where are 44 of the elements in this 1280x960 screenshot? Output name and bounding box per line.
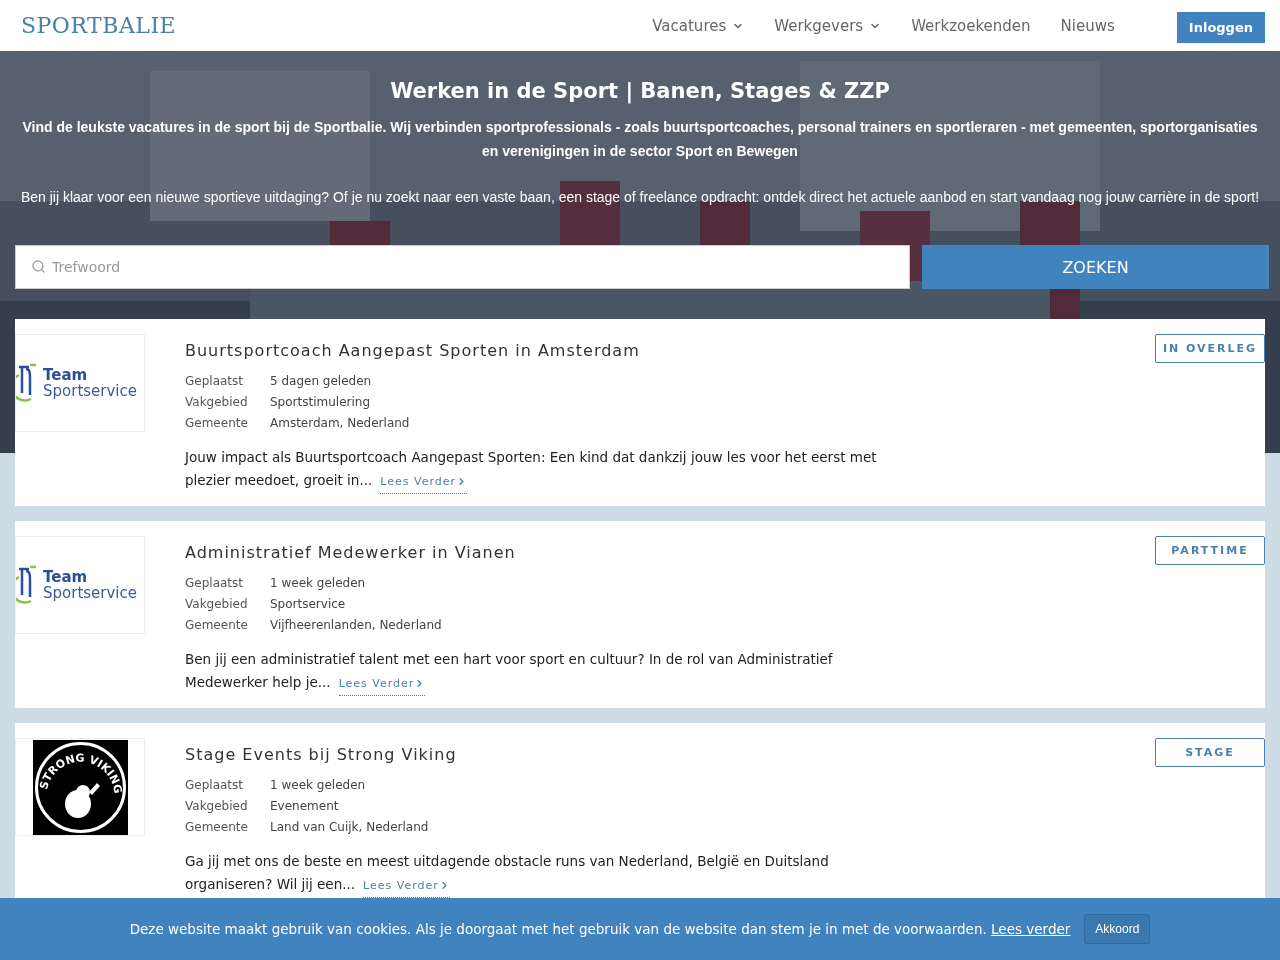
detail-value: Sportservice: [270, 596, 347, 613]
company-logo: Team Sportservice: [16, 565, 144, 605]
nav-link[interactable]: Nieuws: [1060, 16, 1115, 35]
accept-button[interactable]: Akkoord: [1084, 914, 1151, 944]
detail-value: 5 dagen geleden: [270, 373, 373, 390]
cookie-link[interactable]: Lees verder: [991, 921, 1071, 937]
search-field[interactable]: Trefwoord: [15, 245, 910, 289]
detail-label: Vakgebied: [185, 394, 249, 411]
job-title[interactable]: Stage Events bij Strong Viking: [185, 745, 905, 764]
detail-label: Vakgebied: [185, 596, 249, 613]
read-more-link[interactable]: Lees Verder: [338, 672, 426, 696]
detail-value: Evenement: [270, 798, 340, 815]
hero-title: Werken in de Sport | Banen, Stages & ZZP: [390, 79, 890, 103]
detail-label: Gemeente: [185, 819, 249, 836]
detail-label: Gemeente: [185, 617, 249, 634]
job-excerpt: Jouw impact als Buurtsportcoach Aangepast Sporten: Een kind dat dankzij jouw les voor het eerst met plezier meedoet, groeit in... Lees Verder: [185, 446, 905, 494]
site-logo[interactable]: SPORTBALIE: [21, 13, 177, 38]
nav-link[interactable]: Werkzoekenden: [911, 16, 1031, 35]
job-title[interactable]: Buurtsportcoach Aangepast Sporten in Amsterdam: [185, 341, 905, 360]
detail-value: Amsterdam, Nederland: [270, 415, 411, 432]
nav-link[interactable]: Werkgevers: [774, 16, 882, 35]
job-tag: IN OVERLEG: [1155, 334, 1265, 363]
job-title[interactable]: Administratief Medewerker in Vianen: [185, 543, 905, 562]
detail-value: Sportstimulering: [270, 394, 371, 411]
company-logo: Team Sportservice: [16, 363, 144, 403]
job-excerpt: Ben jij een administratief talent met een hart voor sport en cultuur? In de rol van Administratief Medewerker help je... Lees Verder: [185, 648, 905, 696]
cookie-text: Deze website maakt gebruik van cookies. Als je doorgaat met het gebruik van de website dan stem je in met de voorwaarden. Lees verder: [129, 921, 1071, 937]
detail-value: 1 week geleden: [270, 575, 367, 592]
search-button[interactable]: ZOEKEN: [922, 245, 1269, 289]
detail-label: Geplaatst: [185, 373, 244, 390]
detail-label: Vakgebied: [185, 798, 249, 815]
nav-link[interactable]: Vacatures: [652, 16, 745, 35]
detail-value: Land van Cuijk, Nederland: [270, 819, 430, 836]
detail-label: Geplaatst: [185, 777, 244, 794]
detail-value: 1 week geleden: [270, 777, 367, 794]
detail-value: Vijfheerenlanden, Nederland: [270, 617, 443, 634]
hero-subtitle: Vind de leukste vacatures in de sport bij de Sportbalie. Wij verbinden sportprofessionals - zoals buurtsportcoaches, personal trainers en sportleraren - met gemeenten, sportorganisaties en verenigingen in de sector Sport en Bewegen: [21, 118, 1259, 161]
job-tag: PARTTIME: [1155, 536, 1265, 565]
detail-label: Geplaatst: [185, 575, 244, 592]
job-tag: STAGE: [1155, 738, 1265, 767]
detail-label: Gemeente: [185, 415, 249, 432]
login-button[interactable]: Inloggen: [1176, 11, 1265, 43]
hero-text: Ben jij klaar voor een nieuwe sportieve uitdaging? Of je nu zoekt naar een vaste baan, een stage of freelance opdracht: ontdek direct het actuele aanbod en start vandaag nog jouw carrière in de sport!: [20, 188, 1260, 207]
read-more-link[interactable]: Lees Verder: [380, 470, 468, 494]
